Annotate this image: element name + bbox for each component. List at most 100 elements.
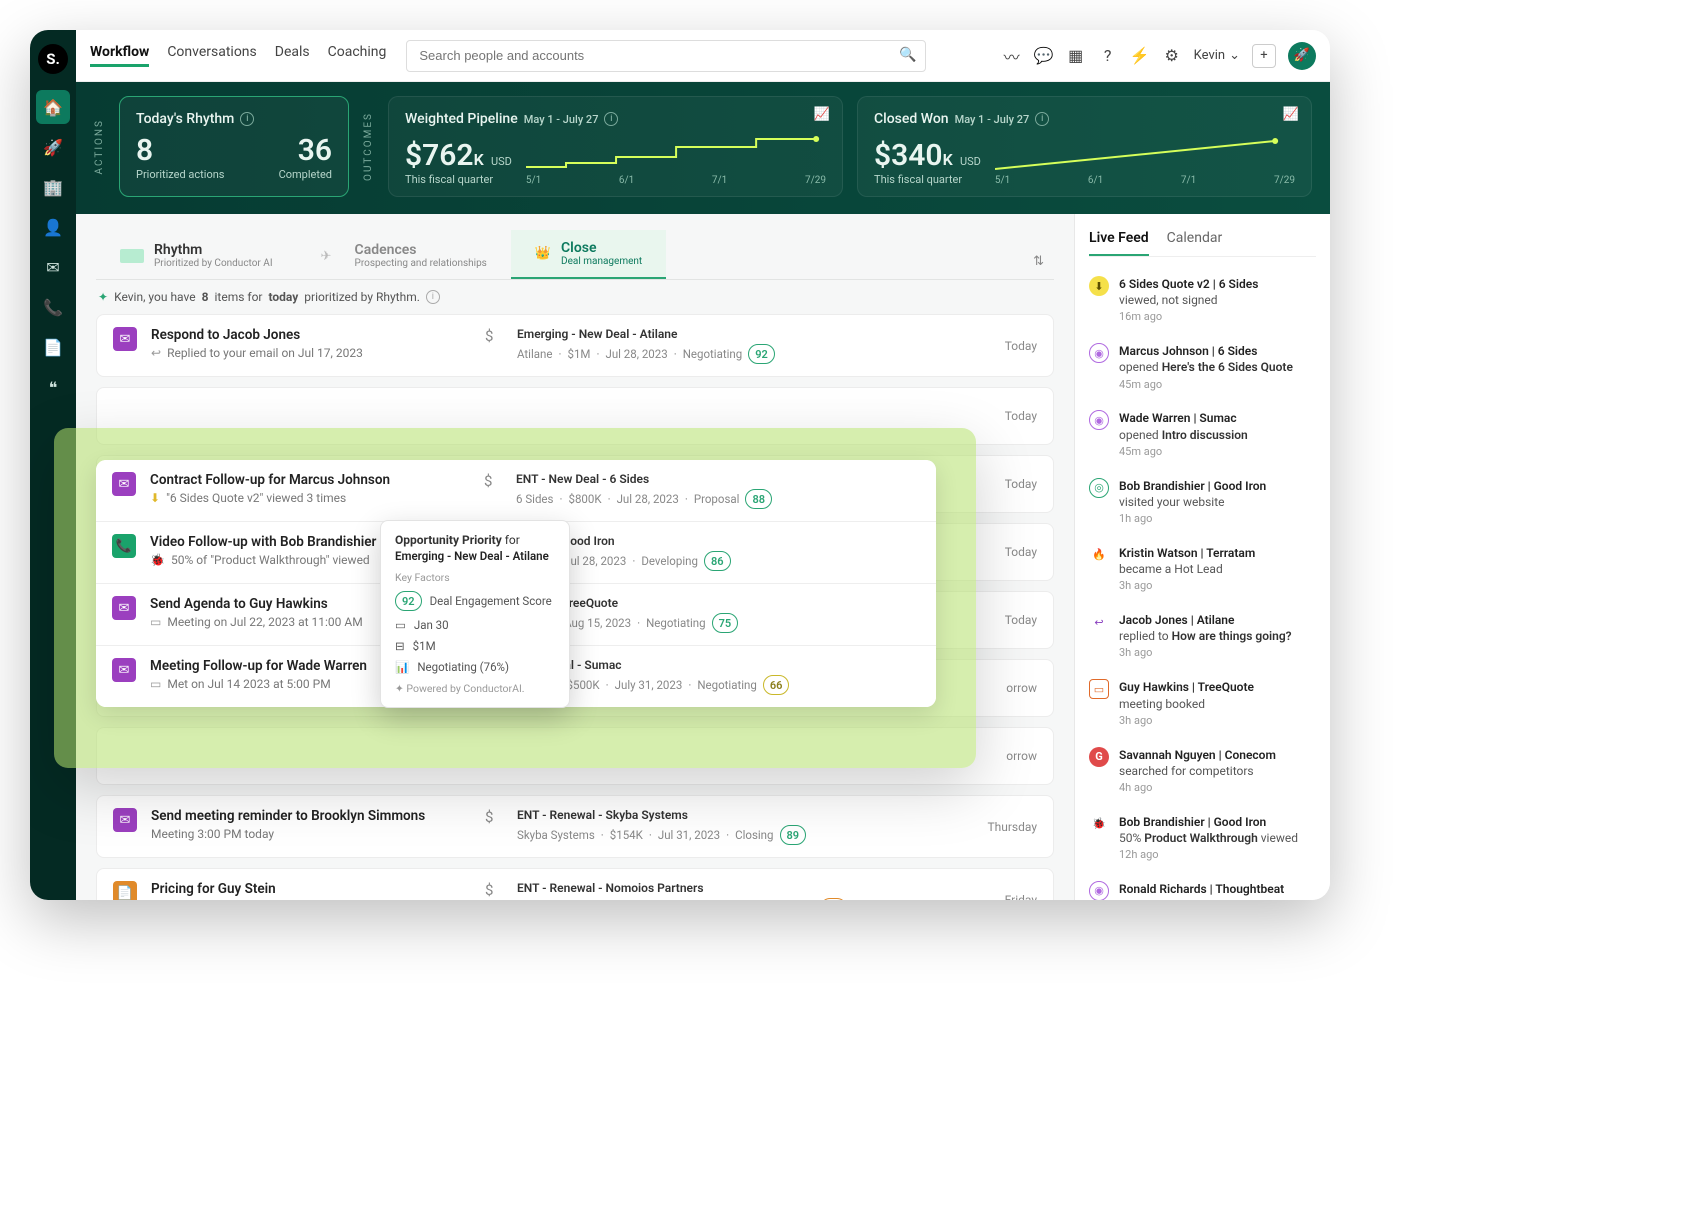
side-rocket-icon[interactable]: 🚀: [36, 130, 70, 164]
bolt-icon[interactable]: ⚡: [1130, 46, 1150, 65]
mail-icon: ✉: [112, 658, 136, 682]
seg-tab-rhythm[interactable]: Rhythm Prioritized by Conductor AI: [96, 232, 297, 279]
side-quote-icon[interactable]: ❝: [36, 370, 70, 404]
calendar-icon: ▭: [150, 615, 161, 629]
feed-item[interactable]: G Savannah Nguyen | Conecom searched for…: [1089, 738, 1316, 805]
closed-range: May 1 - July 27: [955, 113, 1030, 126]
nav-tab-deals[interactable]: Deals: [275, 44, 310, 67]
search-icon[interactable]: 🔍: [899, 47, 916, 63]
feed-head: Marcus Johnson | 6 Sides: [1119, 343, 1293, 359]
nav-tab-conversations[interactable]: Conversations: [167, 44, 256, 67]
score-pill: 66: [763, 675, 790, 695]
task-when: Today: [975, 477, 1037, 491]
avatar[interactable]: 🚀: [1288, 42, 1316, 70]
download-icon: ⬇: [150, 491, 160, 505]
apps-grid-icon[interactable]: ▦: [1066, 46, 1086, 65]
closed-sub: This fiscal quarter: [874, 173, 981, 186]
pipeline-sparkline: [526, 133, 826, 173]
deal-meta: $200K · Aug 15, 2023 · Negotiating 75: [516, 613, 920, 633]
feed-item[interactable]: ◉ Ronald Richards | Thoughtbeat opened R…: [1089, 872, 1316, 900]
closed-currency: USD: [960, 155, 981, 168]
info-icon[interactable]: i: [240, 112, 254, 126]
task-card[interactable]: 📄 Pricing for Guy Stein You created $ EN…: [96, 868, 1054, 900]
chat-icon[interactable]: 💬: [1034, 46, 1054, 65]
feed-time: 16m ago: [1119, 310, 1258, 325]
deal-name: ENT - New Deal - 6 Sides: [516, 472, 920, 486]
seg-tab-close[interactable]: 👑 Close Deal management: [511, 230, 666, 279]
pipeline-currency: USD: [491, 155, 512, 168]
side-mail-icon[interactable]: ✉: [36, 250, 70, 284]
feed-body: opened Re: Following up 2 times: [1119, 897, 1293, 900]
segment-tabs: Rhythm Prioritized by Conductor AI ✈ Cad…: [96, 230, 1054, 280]
deal-meta: Skyba Systems · $154K · Jul 31, 2023 · C…: [517, 825, 961, 845]
score-pill: 92: [748, 344, 775, 364]
seg-tab-cadences[interactable]: ✈ Cadences Prospecting and relationships: [297, 232, 511, 279]
popover-subject: Emerging - New Deal - Atilane: [395, 549, 555, 563]
task-card[interactable]: ✉ Contract Follow-up for Marcus Johnson …: [96, 460, 936, 522]
rhythm-prioritized-label: Prioritized actions: [136, 168, 224, 181]
right-panel: Live Feed Calendar ⬇ 6 Sides Quote v2 | …: [1074, 214, 1330, 900]
info-icon[interactable]: i: [1035, 112, 1049, 126]
side-phone-icon[interactable]: 📞: [36, 290, 70, 324]
task-title: Pricing for Guy Stein: [151, 881, 471, 897]
pipeline-value: $762: [405, 138, 474, 173]
feed-item[interactable]: ▭ Guy Hawkins | TreeQuote meeting booked…: [1089, 670, 1316, 737]
feed-head: Guy Hawkins | TreeQuote: [1119, 679, 1254, 695]
task-list-top: ✉ Respond to Jacob Jones ↩Replied to you…: [96, 314, 1054, 377]
header-icons: 〰 💬 ▦ ? ⚡ ⚙ Kevin ⌄ + 🚀: [1002, 42, 1316, 70]
search-input[interactable]: [406, 40, 926, 72]
eye-icon: ◉: [1089, 343, 1109, 363]
task-title: Contract Follow-up for Marcus Johnson: [150, 472, 470, 488]
seg-settings-icon[interactable]: ⇅: [1023, 244, 1054, 279]
help-icon[interactable]: ?: [1098, 46, 1118, 65]
feed-item[interactable]: ↩ Jacob Jones | Atilane replied to How a…: [1089, 603, 1316, 670]
task-card[interactable]: ✉ Respond to Jacob Jones ↩Replied to you…: [96, 314, 1054, 377]
add-button[interactable]: +: [1252, 44, 1276, 68]
side-home-icon[interactable]: 🏠: [36, 90, 70, 124]
nav-tabs: Workflow Conversations Deals Coaching: [90, 44, 386, 67]
task-card[interactable]: ✉ Send meeting reminder to Brooklyn Simm…: [96, 795, 1054, 858]
user-name: Kevin: [1194, 48, 1225, 63]
feed-body: viewed, not signed: [1119, 292, 1258, 308]
closed-ticks: 5/16/17/17/29: [995, 175, 1295, 186]
chevron-down-icon: ⌄: [1229, 48, 1240, 63]
deal-name: ENT - Renewal - Nomoios Partners: [517, 881, 961, 895]
task-sub: Meeting 3:00 PM today: [151, 827, 471, 841]
feed-item[interactable]: 🐞 Bob Brandishier | Good Iron 50% Produc…: [1089, 805, 1316, 872]
hero-card-rhythm[interactable]: Today's Rhythm i 8 Prioritized actions 3…: [119, 96, 349, 197]
hero-card-closed[interactable]: 📈 Closed Won May 1 - July 27 i $340K USD…: [857, 96, 1312, 197]
side-building-icon[interactable]: 🏢: [36, 170, 70, 204]
info-icon[interactable]: i: [426, 290, 440, 304]
feed-list: ⬇ 6 Sides Quote v2 | 6 Sides viewed, not…: [1089, 267, 1316, 900]
bug-icon: 🐞: [150, 553, 165, 567]
feed-body: visited your website: [1119, 494, 1266, 510]
popover-date: Jan 30: [414, 618, 449, 632]
eye-icon: ◉: [1089, 410, 1109, 430]
task-sub: ⬇"6 Sides Quote v2" viewed 3 times: [150, 491, 470, 505]
hero-card-pipeline[interactable]: 📈 Weighted Pipeline May 1 - July 27 i $7…: [388, 96, 843, 197]
feed-item[interactable]: ⬇ 6 Sides Quote v2 | 6 Sides viewed, not…: [1089, 267, 1316, 334]
activity-icon[interactable]: 〰: [1002, 44, 1022, 68]
task-when: Thursday: [975, 820, 1037, 834]
rhythm-completed-count: 36: [279, 133, 332, 168]
side-document-icon[interactable]: 📄: [36, 330, 70, 364]
settings-gear-icon[interactable]: ⚙: [1162, 46, 1182, 65]
popover-factors-label: Key Factors: [395, 571, 555, 584]
feed-item[interactable]: ◉ Wade Warren | Sumac opened Intro discu…: [1089, 401, 1316, 468]
app-logo[interactable]: S.: [38, 44, 68, 74]
feed-item[interactable]: ◎ Bob Brandishier | Good Iron visited yo…: [1089, 469, 1316, 536]
info-icon[interactable]: i: [604, 112, 618, 126]
feed-item[interactable]: ◉ Marcus Johnson | 6 Sides opened Here's…: [1089, 334, 1316, 401]
feed-head: Bob Brandishier | Good Iron: [1119, 478, 1266, 494]
feed-item[interactable]: 🔥 Kristin Watson | Terratam became a Hot…: [1089, 536, 1316, 603]
nav-tab-coaching[interactable]: Coaching: [328, 44, 387, 67]
side-person-icon[interactable]: 👤: [36, 210, 70, 244]
user-menu[interactable]: Kevin ⌄: [1194, 48, 1240, 63]
task-title: Send meeting reminder to Brooklyn Simmon…: [151, 808, 471, 824]
feed-head: Wade Warren | Sumac: [1119, 410, 1248, 426]
nav-tab-workflow[interactable]: Workflow: [90, 44, 149, 67]
rhythm-completed-label: Completed: [279, 168, 332, 181]
task-when: Today: [975, 545, 1037, 559]
tab-live-feed[interactable]: Live Feed: [1089, 230, 1149, 256]
tab-calendar[interactable]: Calendar: [1167, 230, 1223, 256]
